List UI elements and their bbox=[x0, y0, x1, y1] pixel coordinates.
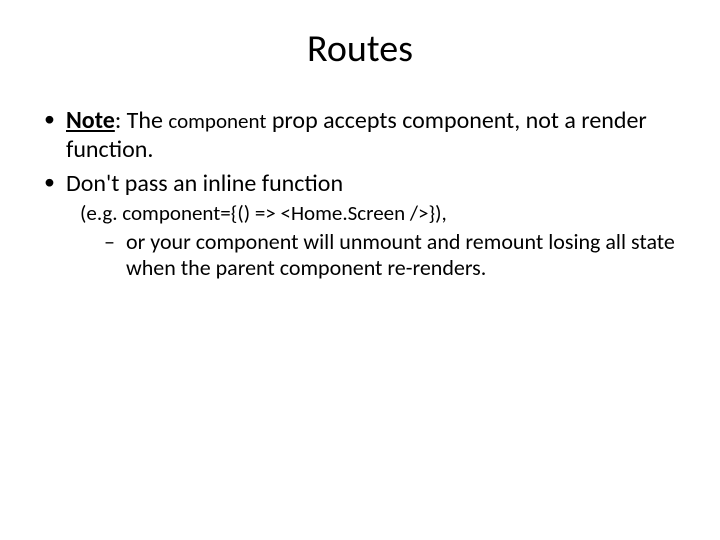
bullet-list: Note: The component prop accepts compone… bbox=[40, 106, 680, 282]
note-label: Note bbox=[66, 106, 115, 135]
example-code: component={() => <Home.Screen />} bbox=[122, 200, 435, 226]
bullet-note: Note: The component prop accepts compone… bbox=[40, 106, 680, 165]
sub-bullet-unmount: or your component will unmount and remou… bbox=[104, 229, 680, 283]
note-text-1: : The bbox=[115, 106, 169, 135]
sub-bullet-text: or your component will unmount and remou… bbox=[126, 228, 675, 282]
inline-fn-main: Don't pass an inline function bbox=[66, 169, 343, 198]
example-suffix: ), bbox=[435, 200, 447, 226]
sub-bullet-list: or your component will unmount and remou… bbox=[66, 229, 680, 283]
inline-fn-example: (e.g. component={() => <Home.Screen />})… bbox=[66, 200, 680, 227]
component-word: component bbox=[168, 108, 266, 134]
bullet-inline-fn: Don't pass an inline function (e.g. comp… bbox=[40, 169, 680, 283]
slide-title: Routes bbox=[40, 26, 680, 72]
example-prefix: (e.g. bbox=[80, 200, 122, 226]
